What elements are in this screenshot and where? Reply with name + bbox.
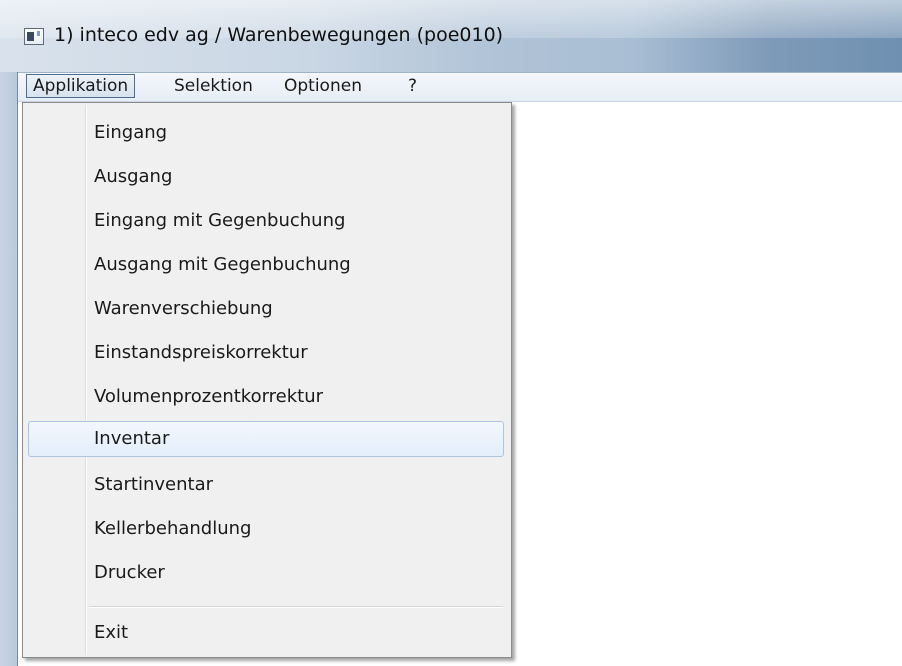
menu-item-label: Inventar — [94, 428, 170, 449]
menu-item-label: Warenverschiebung — [94, 298, 273, 319]
menu-item-label: Startinventar — [94, 474, 214, 495]
window-frame-left — [0, 72, 18, 666]
menu-optionen[interactable]: Optionen — [278, 74, 368, 98]
menu-item-label: Drucker — [94, 562, 165, 583]
menu-item-label: Volumenprozentkorrektur — [94, 386, 324, 407]
title-bar[interactable]: 1) inteco edv ag / Warenbewegungen (poe0… — [0, 0, 902, 72]
menu-item-label: Eingang mit Gegenbuchung — [94, 210, 346, 231]
menu-item-ausgang[interactable]: Ausgang — [23, 159, 509, 195]
menu-item-warenverschiebung[interactable]: Warenverschiebung — [23, 291, 509, 327]
applikation-dropdown-menu: Eingang Ausgang Eingang mit Gegenbuchung… — [22, 102, 512, 658]
menu-item-label: Eingang — [94, 122, 168, 143]
menu-item-ausgang-mit-gegenbuchung[interactable]: Ausgang mit Gegenbuchung — [23, 247, 509, 283]
menu-separator-highlight — [89, 607, 503, 608]
window-title: 1) inteco edv ag / Warenbewegungen (poe0… — [54, 24, 504, 46]
menu-item-exit[interactable]: Exit — [23, 615, 509, 651]
menu-selektion[interactable]: Selektion — [168, 74, 259, 98]
menu-help[interactable]: ? — [402, 74, 423, 98]
menu-item-label: Ausgang — [94, 166, 173, 187]
menu-item-eingang[interactable]: Eingang — [23, 115, 509, 151]
menu-bar: Applikation Selektion Optionen ? — [18, 72, 902, 102]
menu-item-label: Kellerbehandlung — [94, 518, 252, 539]
menu-item-drucker[interactable]: Drucker — [23, 555, 509, 591]
application-window-icon[interactable] — [24, 28, 44, 45]
menu-applikation[interactable]: Applikation — [26, 74, 136, 98]
menu-item-inventar[interactable]: Inventar — [28, 421, 504, 457]
menu-item-startinventar[interactable]: Startinventar — [23, 467, 509, 503]
menu-item-eingang-mit-gegenbuchung[interactable]: Eingang mit Gegenbuchung — [23, 203, 509, 239]
app-window: 1) inteco edv ag / Warenbewegungen (poe0… — [0, 0, 902, 666]
menu-item-kellerbehandlung[interactable]: Kellerbehandlung — [23, 511, 509, 547]
window-frame-edge — [17, 72, 18, 666]
menu-item-label: Einstandspreiskorrektur — [94, 342, 308, 363]
menu-item-einstandspreiskorrektur[interactable]: Einstandspreiskorrektur — [23, 335, 509, 371]
menu-item-label: Exit — [94, 622, 129, 643]
menu-item-volumenprozentkorrektur[interactable]: Volumenprozentkorrektur — [23, 379, 509, 415]
menu-item-label: Ausgang mit Gegenbuchung — [94, 254, 351, 275]
